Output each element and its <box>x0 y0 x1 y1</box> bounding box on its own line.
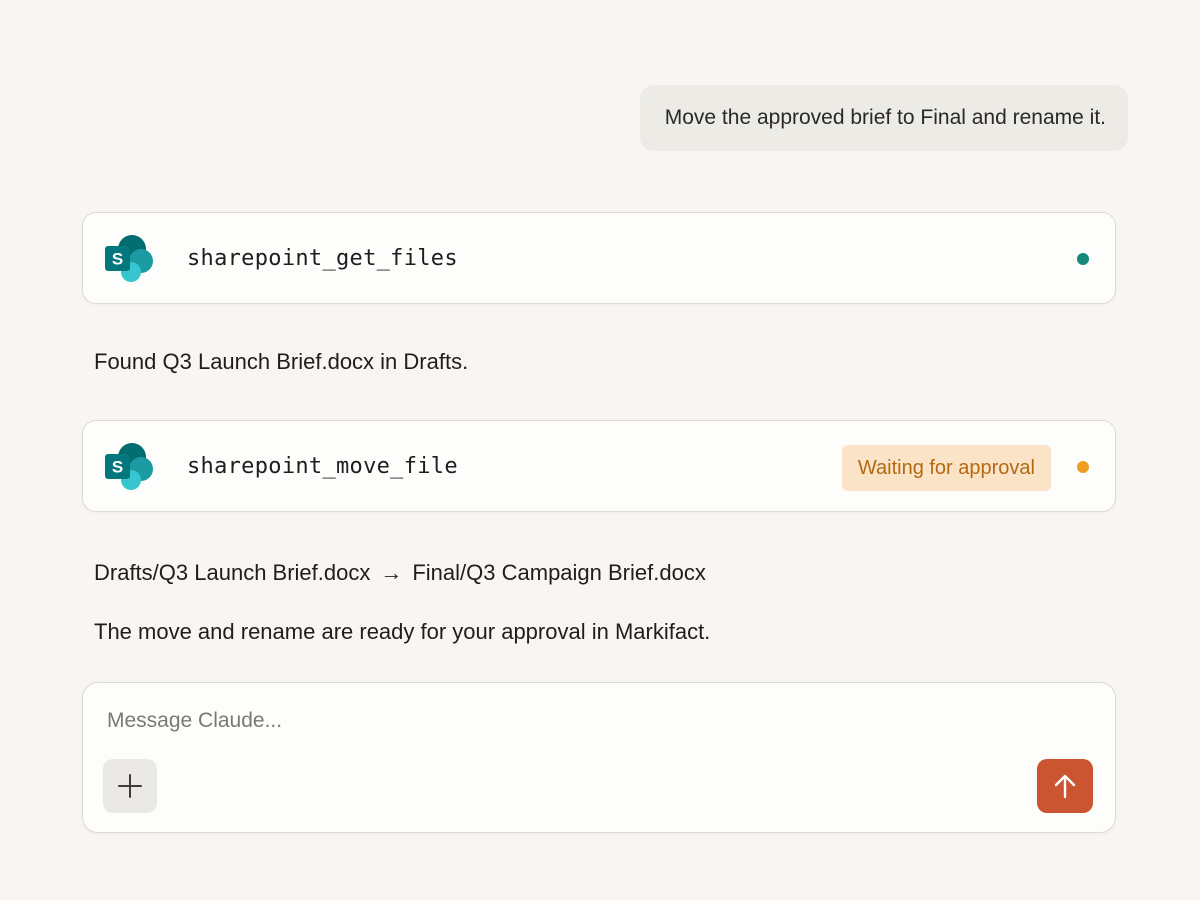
tool-call-name: sharepoint_get_files <box>187 245 458 271</box>
user-message-text: Move the approved brief to Final and ren… <box>664 106 1106 129</box>
move-source-path: Drafts/Q3 Launch Brief.docx <box>94 560 371 585</box>
tool-call-card[interactable]: S sharepoint_get_files <box>82 212 1116 304</box>
tool-call-card[interactable]: S sharepoint_move_file Waiting for appro… <box>82 420 1116 512</box>
sharepoint-icon: S <box>105 235 153 282</box>
move-target-path: Final/Q3 Campaign Brief.docx <box>412 560 706 585</box>
assistant-message-ready: The move and rename are ready for your a… <box>94 619 711 644</box>
arrow-up-icon <box>1054 774 1076 799</box>
message-composer <box>82 682 1116 833</box>
send-button[interactable] <box>1037 759 1093 813</box>
arrow-right-icon: → <box>380 560 403 585</box>
plus-icon <box>118 774 142 798</box>
chat-page: Move the approved brief to Final and ren… <box>0 0 1200 900</box>
add-attachment-button[interactable] <box>103 759 157 813</box>
svg-text:S: S <box>112 250 123 269</box>
message-input[interactable] <box>107 709 1007 733</box>
assistant-message-found: Found Q3 Launch Brief.docx in Drafts. <box>94 349 469 374</box>
assistant-message-move-path: Drafts/Q3 Launch Brief.docx → Final/Q3 Cam… <box>94 560 706 586</box>
status-complete-indicator <box>1077 253 1089 265</box>
tool-call-name: sharepoint_move_file <box>187 453 458 479</box>
svg-text:S: S <box>112 458 123 477</box>
user-message-bubble: Move the approved brief to Final and ren… <box>639 85 1128 151</box>
status-pending-indicator <box>1077 461 1089 473</box>
sharepoint-icon: S <box>105 443 153 490</box>
status-badge: Waiting for approval <box>841 445 1051 491</box>
